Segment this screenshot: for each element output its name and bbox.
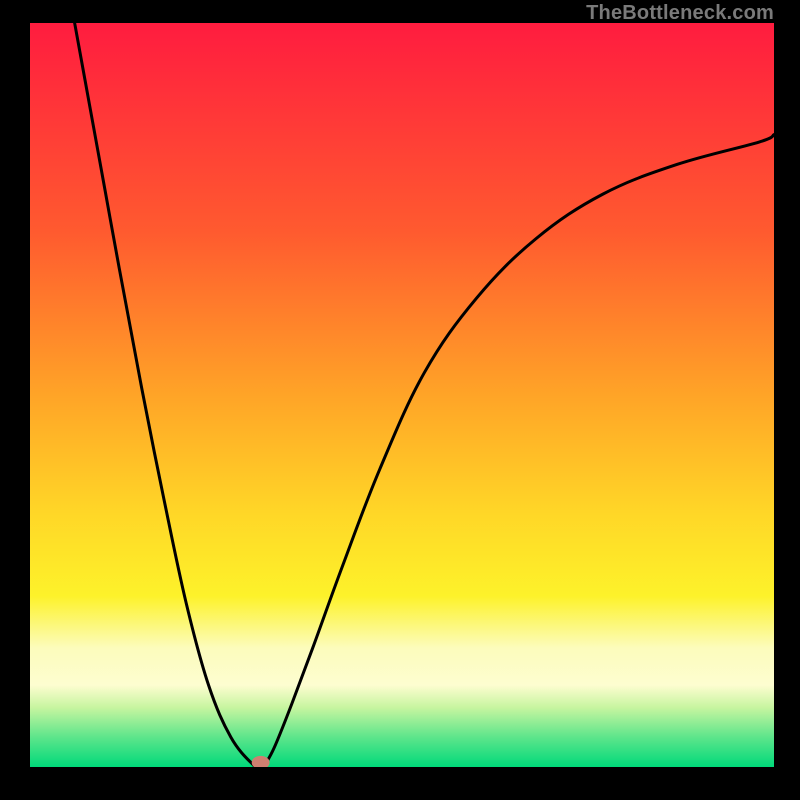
curve-svg xyxy=(30,23,774,767)
watermark: TheBottleneck.com xyxy=(586,2,774,25)
minimum-marker xyxy=(252,756,270,767)
curve-line xyxy=(75,23,774,767)
chart-frame: TheBottleneck.com xyxy=(0,0,800,800)
plot-area xyxy=(30,23,774,767)
